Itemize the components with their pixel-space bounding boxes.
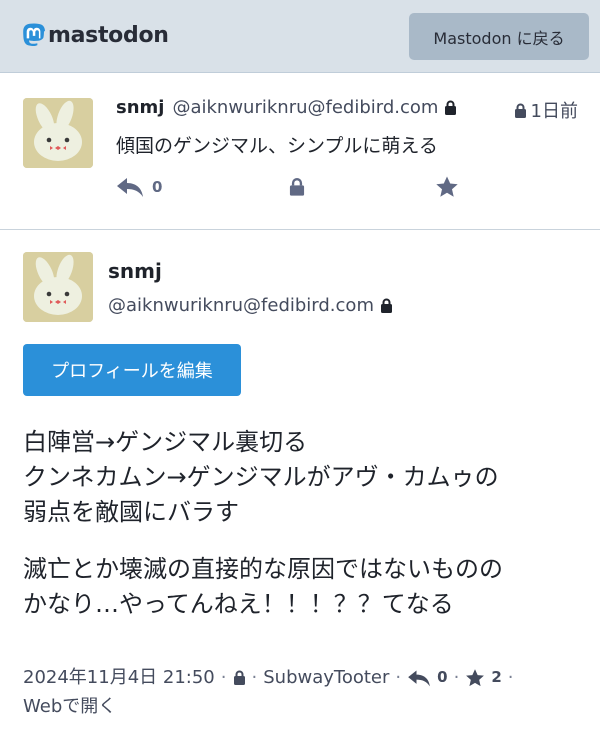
lock-icon — [514, 103, 526, 118]
status-meta: 2024年11月4日 21:50 · · SubwayTooter · 0 · … — [23, 663, 583, 721]
star-icon — [436, 176, 458, 197]
boost-disabled-button[interactable] — [286, 175, 308, 199]
profile-acct-text: @aiknwuriknru@fedibird.com — [108, 295, 374, 316]
lock-icon — [445, 100, 457, 115]
status-header: snmj @aiknwuriknru@fedibird.com — [116, 97, 457, 118]
status-action-bar: 0 — [116, 173, 466, 203]
open-in-web-link[interactable]: Webで開く — [23, 692, 116, 721]
relative-time: 1日前 — [530, 101, 578, 122]
back-to-mastodon-button[interactable]: Mastodon に戻る — [409, 13, 589, 60]
status-content: 傾国のゲンジマル、シンプルに萌える — [116, 135, 438, 157]
profile-section: snmj @aiknwuriknru@fedibird.com プロフィールを編… — [0, 231, 600, 740]
edit-profile-button[interactable]: プロフィールを編集 — [23, 344, 241, 396]
profile-bio: 白陣営→ゲンジマル裏切る クンネカムン→ゲンジマルがアヴ・カムゥの 弱点を敵國に… — [23, 425, 583, 622]
bunny-avatar-icon — [23, 98, 93, 168]
account-handle[interactable]: @aiknwuriknru@fedibird.com — [172, 97, 438, 118]
bunny-avatar-icon — [23, 252, 93, 322]
profile-avatar[interactable] — [23, 252, 93, 322]
separator: · — [395, 667, 402, 688]
bio-line: クンネカムン→ゲンジマルがアヴ・カムゥの — [23, 463, 499, 491]
favourite-count: 2 — [491, 668, 502, 686]
display-name[interactable]: snmj — [116, 97, 164, 118]
profile-display-name: snmj — [108, 259, 162, 283]
reply-button[interactable]: 0 — [116, 175, 162, 199]
separator: · — [507, 667, 514, 688]
post-date[interactable]: 2024年11月4日 21:50 — [23, 663, 215, 692]
favourite-button[interactable] — [434, 175, 460, 199]
bio-line: かなり…やってんねえ！！！？？てなる — [23, 590, 454, 618]
separator: · — [453, 667, 460, 688]
reply-count: 0 — [437, 668, 448, 686]
reply-icon — [408, 670, 430, 686]
reply-count: 0 — [152, 178, 163, 196]
status-card[interactable]: snmj @aiknwuriknru@fedibird.com 1日前 傾国のゲ… — [0, 73, 600, 230]
mastodon-icon — [23, 23, 45, 46]
mastodon-logo[interactable]: mastodon — [22, 22, 169, 48]
lock-icon — [289, 177, 305, 196]
avatar[interactable] — [23, 98, 93, 168]
status-timestamp[interactable]: 1日前 — [514, 97, 578, 123]
separator: · — [251, 667, 258, 688]
reply-icon — [117, 178, 143, 197]
lock-icon — [233, 670, 245, 685]
lock-icon — [380, 298, 392, 313]
bio-line: 白陣営→ゲンジマル裏切る — [23, 428, 308, 456]
profile-account-handle: @aiknwuriknru@fedibird.com — [108, 295, 393, 316]
star-icon — [466, 668, 485, 686]
application-name[interactable]: SubwayTooter — [263, 663, 389, 692]
bio-line: 弱点を敵國にバラす — [23, 498, 239, 526]
separator: · — [220, 667, 227, 688]
bio-line: 滅亡とか壊滅の直接的な原因ではないものの — [23, 555, 503, 583]
app-header: mastodon Mastodon に戻る — [0, 0, 600, 73]
logo-text: mastodon — [48, 22, 169, 48]
